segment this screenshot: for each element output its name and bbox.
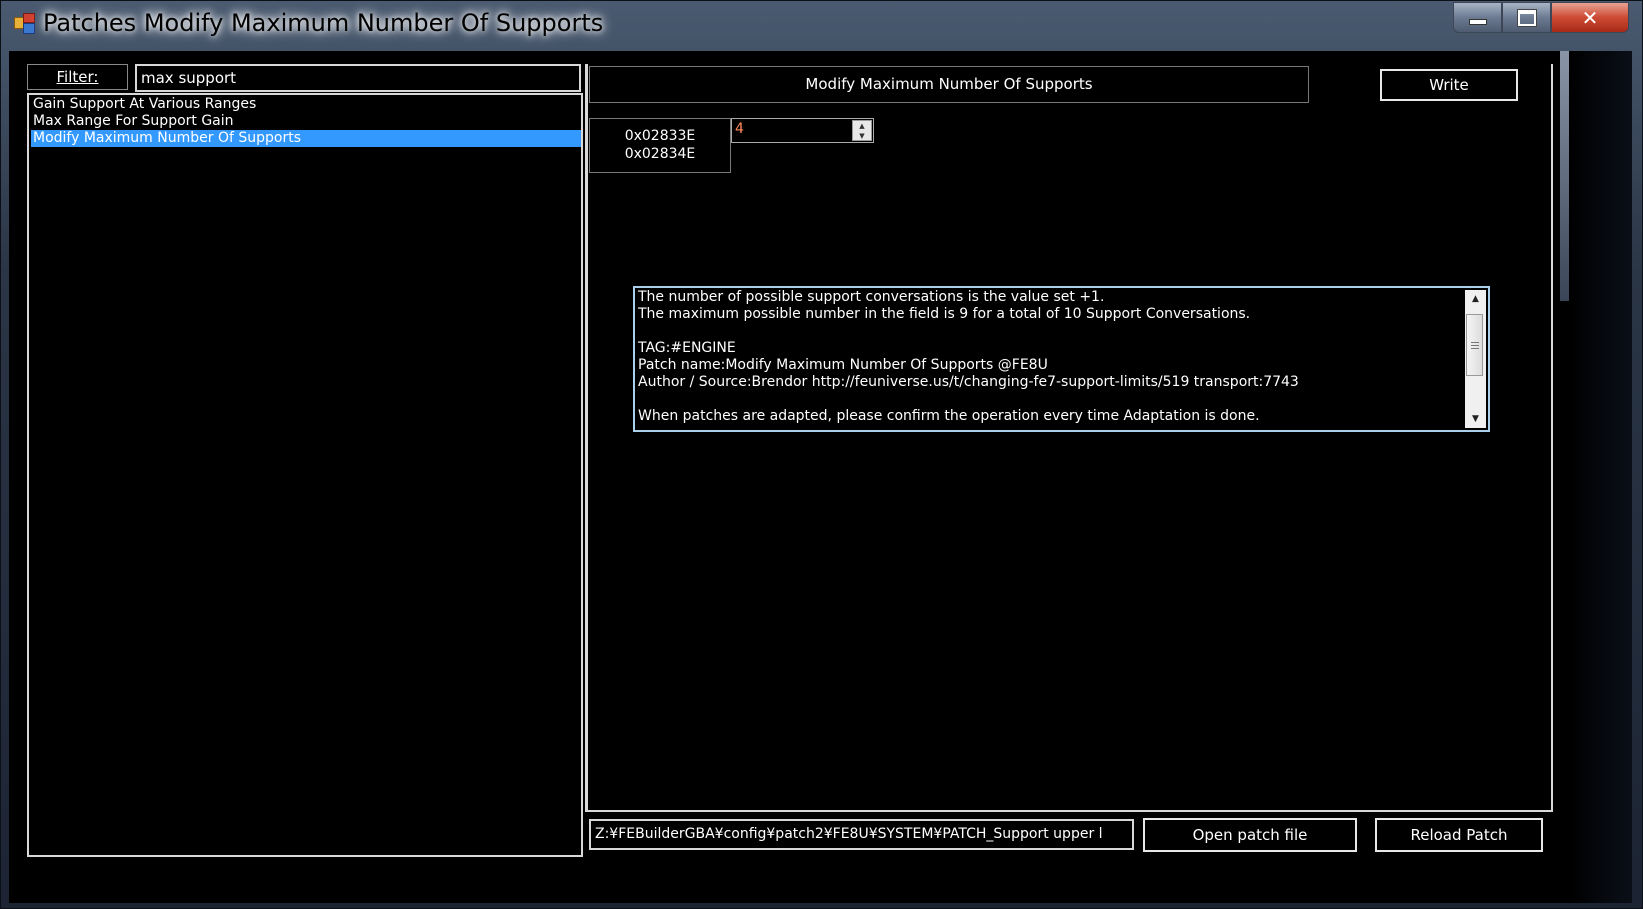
maximize-icon	[1516, 8, 1537, 27]
scroll-thumb[interactable]	[1466, 314, 1483, 376]
window-title: Patches Modify Maximum Number Of Support…	[43, 9, 604, 37]
reload-patch-button[interactable]: Reload Patch	[1375, 818, 1543, 852]
minimize-icon	[1468, 18, 1487, 25]
address-line: 0x02833E	[624, 128, 696, 144]
window-scroll-edge	[1560, 51, 1569, 301]
description-line: TAG:#ENGINE	[638, 340, 736, 356]
patch-list[interactable]: Gain Support At Various Ranges Max Range…	[27, 93, 583, 857]
filter-label[interactable]: Filter:	[27, 64, 128, 90]
value-text[interactable]: 4	[735, 121, 744, 137]
list-item[interactable]: Gain Support At Various Ranges	[31, 96, 581, 113]
filter-input[interactable]	[135, 64, 581, 92]
write-button[interactable]: Write	[1380, 69, 1518, 101]
minimize-button[interactable]	[1453, 2, 1502, 33]
address-line: 0x02834E	[624, 146, 696, 162]
description-scrollbar[interactable]: ▲ ▼	[1465, 290, 1486, 428]
description-line: Patch name:Modify Maximum Number Of Supp…	[638, 357, 1048, 373]
spinner-buttons[interactable]: ▲ ▼	[852, 120, 872, 141]
value-stepper[interactable]: 4 ▲ ▼	[731, 118, 874, 143]
patch-detail-panel	[585, 64, 1553, 812]
patch-title: Modify Maximum Number Of Supports	[589, 66, 1309, 103]
description-line: The maximum possible number in the field…	[638, 306, 1251, 322]
patch-path-field[interactable]: Z:¥FEBuilderGBA¥config¥patch2¥FE8U¥SYSTE…	[589, 819, 1134, 850]
description-line: The number of possible support conversat…	[638, 289, 1105, 305]
caption-buttons: ✕	[1453, 2, 1629, 36]
list-item-selected[interactable]: Modify Maximum Number Of Supports	[31, 130, 581, 147]
close-button[interactable]: ✕	[1551, 2, 1629, 33]
spin-down-icon[interactable]: ▼	[853, 131, 871, 141]
scroll-up-icon[interactable]: ▲	[1465, 290, 1486, 308]
description-textbox[interactable]: The number of possible support conversat…	[633, 286, 1490, 432]
close-icon: ✕	[1581, 5, 1599, 30]
scroll-down-icon[interactable]: ▼	[1465, 410, 1486, 428]
app-window: Patches Modify Maximum Number Of Support…	[0, 0, 1643, 909]
maximize-button[interactable]	[1502, 2, 1551, 33]
description-line: Author / Source:Brendor http://feunivers…	[638, 374, 1299, 390]
title-bar[interactable]: Patches Modify Maximum Number Of Support…	[1, 1, 1643, 49]
open-patch-file-button[interactable]: Open patch file	[1143, 818, 1357, 852]
app-icon	[14, 13, 36, 35]
spin-up-icon[interactable]: ▲	[853, 121, 871, 131]
description-line: When patches are adapted, please confirm…	[638, 408, 1260, 424]
client-area: Filter: Gain Support At Various Ranges M…	[9, 51, 1632, 903]
list-item[interactable]: Max Range For Support Gain	[31, 113, 581, 130]
address-label: 0x02833E 0x02834E	[589, 118, 731, 173]
